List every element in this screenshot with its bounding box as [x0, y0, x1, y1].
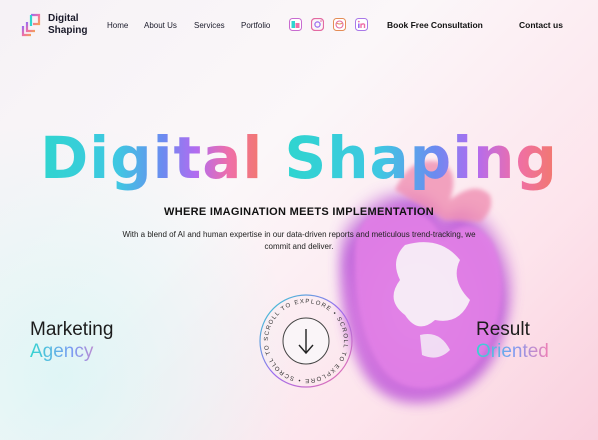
instagram-icon [311, 18, 324, 31]
nav-services[interactable]: Services [194, 21, 225, 30]
hero-tagline: WHERE IMAGINATION MEETS IMPLEMENTATION [164, 206, 434, 218]
right-label-line2: Oriented [476, 341, 549, 362]
brand-logo-icon [21, 13, 41, 37]
linkedin-link[interactable] [355, 18, 368, 31]
scroll-to-explore-button[interactable]: SCROLL TO EXPLORE • SCROLL TO EXPLORE • … [256, 291, 356, 391]
instagram-link[interactable] [311, 18, 324, 31]
behance-link[interactable] [289, 18, 302, 31]
hero-title-part1: Digital [40, 124, 264, 192]
left-label-line1: Marketing [30, 319, 114, 340]
hero-description: With a blend of AI and human expertise i… [122, 230, 476, 251]
nav-portfolio[interactable]: Portfolio [241, 21, 270, 30]
dribbble-link[interactable] [333, 18, 346, 31]
right-label-line1: Result [476, 319, 530, 340]
nav-home[interactable]: Home [107, 21, 128, 30]
hero-title: Digital Shaping [0, 126, 598, 190]
nav-about-us[interactable]: About Us [144, 21, 177, 30]
marketing-agency-label: Marketing Agency [30, 319, 113, 363]
result-oriented-label: Result Oriented [476, 319, 549, 363]
left-label-line2: Agency [30, 341, 113, 363]
dribbble-icon [333, 18, 346, 31]
brand-name-line1: Digital [48, 13, 79, 24]
brand-name: Digital Shaping [48, 13, 87, 37]
contact-us-button[interactable]: Contact us [519, 20, 563, 30]
book-consultation-button[interactable]: Book Free Consultation [387, 20, 483, 30]
linkedin-icon [355, 18, 368, 31]
brand-logo[interactable]: Digital Shaping [20, 12, 87, 38]
brand-name-line2: Shaping [48, 25, 88, 36]
hero-title-part2: Shaping [284, 124, 558, 192]
behance-icon [289, 18, 302, 31]
